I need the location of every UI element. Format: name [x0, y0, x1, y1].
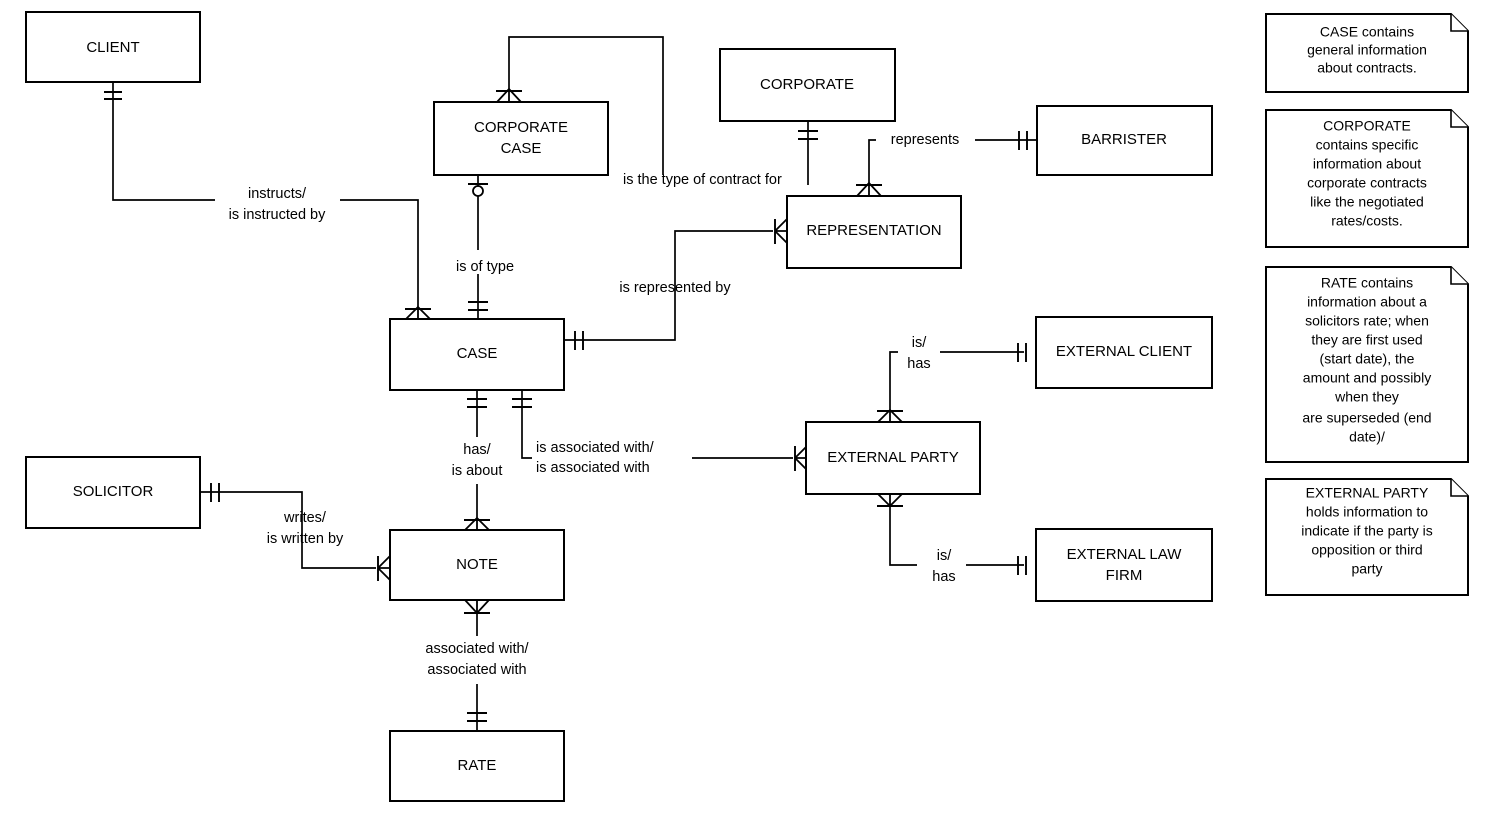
entity-external-law-firm[interactable]: EXTERNAL LAW FIRM — [1035, 528, 1213, 602]
note-corporate-line-2: information about — [1313, 156, 1421, 172]
rel-corporate-corpcase-line1: is the type of contract for — [623, 172, 782, 188]
rel-case-extparty-line1: is associated with/ — [536, 440, 655, 456]
note-rate-line-3: they are first used — [1311, 332, 1422, 348]
note-rate-line-4: (start date), the — [1320, 351, 1415, 367]
entity-case[interactable]: CASE — [389, 318, 565, 391]
note-rate-line-2: solicitors rate; when — [1305, 313, 1429, 329]
entity-label-barrister: BARRISTER — [1081, 131, 1167, 148]
er-diagram-svg: CLIENT CORPORATE CASE CORPORATE BARRISTE… — [25, 11, 1469, 802]
rel-extparty-extfirm-line1: is/ — [937, 548, 952, 564]
note-rate-line-7: are superseded (end — [1302, 410, 1431, 426]
relationship-label-corporate-corporatecase: is the type of contract for — [623, 172, 782, 188]
connection-case-note — [464, 390, 490, 531]
entity-solicitor[interactable]: SOLICITOR — [25, 456, 201, 529]
relationship-label-case-note: has/ is about — [452, 442, 503, 479]
note-corporate-line-3: corporate contracts — [1307, 175, 1427, 191]
rel-barrister-repr-line1: represents — [891, 132, 960, 148]
entity-label-corporate-case-line1: CORPORATE — [474, 119, 568, 136]
entity-label-client: CLIENT — [86, 39, 139, 56]
note-corporate-line-4: like the negotiated — [1310, 194, 1424, 210]
note-rate-line-6: when they — [1334, 389, 1399, 405]
rel-case-note-line1: has/ — [463, 442, 491, 458]
note-case-line-0: CASE contains — [1320, 24, 1414, 40]
rel-note-rate-line2: associated with — [427, 662, 526, 678]
rel-extparty-extclient-line1: is/ — [912, 335, 927, 351]
rel-corpcase-case-line1: is of type — [456, 259, 514, 275]
note-rate-line-8: date)/ — [1349, 429, 1385, 445]
connection-corporatecase-case — [468, 175, 488, 319]
note-rate-description[interactable]: RATE contains information about a solici… — [1265, 266, 1469, 463]
note-case-line-2: about contracts. — [1317, 60, 1417, 76]
rel-solicitor-note-line1: writes/ — [283, 510, 327, 526]
rel-case-extparty-line2: is associated with — [536, 460, 650, 476]
relationship-label-case-representation: is represented by — [619, 280, 731, 296]
rel-solicitor-note-line2: is written by — [267, 531, 344, 547]
rel-client-case-line1: instructs/ — [248, 186, 307, 202]
entity-label-rate: RATE — [458, 757, 497, 774]
rel-client-case-line2: is instructed by — [229, 207, 326, 223]
note-corporate-description[interactable]: CORPORATE contains specific information … — [1265, 109, 1469, 248]
entity-note[interactable]: NOTE — [389, 529, 565, 601]
entity-label-external-party: EXTERNAL PARTY — [827, 449, 958, 466]
note-rate-line-0: RATE contains — [1321, 275, 1413, 291]
entity-external-party[interactable]: EXTERNAL PARTY — [805, 421, 981, 495]
rel-note-rate-line1: associated with/ — [425, 641, 529, 657]
entity-corporate-case[interactable]: CORPORATE CASE — [433, 101, 609, 176]
entity-label-external-law-firm-line2: FIRM — [1106, 567, 1143, 584]
rel-extparty-extclient-line2: has — [907, 356, 930, 372]
entity-label-external-client: EXTERNAL CLIENT — [1056, 343, 1192, 360]
relationship-label-externalparty-externallawfirm: is/ has — [932, 548, 955, 585]
note-case-line-1: general information — [1307, 42, 1427, 58]
relationship-label-externalparty-externalclient: is/ has — [907, 335, 930, 372]
note-extparty-line-2: indicate if the party is — [1301, 523, 1433, 539]
entity-label-note: NOTE — [456, 556, 498, 573]
note-external-party-description[interactable]: EXTERNAL PARTY holds information to indi… — [1265, 478, 1469, 596]
relationship-label-barrister-representation: represents — [891, 132, 960, 148]
entity-client[interactable]: CLIENT — [25, 11, 201, 83]
connection-externalparty-externallawfirm — [877, 493, 1027, 575]
rel-extparty-extfirm-line2: has — [932, 569, 955, 585]
note-corporate-line-5: rates/costs. — [1331, 213, 1403, 229]
entity-corporate[interactable]: CORPORATE — [719, 48, 896, 122]
note-extparty-line-4: party — [1351, 561, 1382, 577]
entity-representation[interactable]: REPRESENTATION — [786, 195, 962, 269]
note-corporate-line-0: CORPORATE — [1323, 118, 1411, 134]
entity-label-corporate-case-line2: CASE — [501, 140, 542, 157]
relationship-label-note-rate: associated with/ associated with — [425, 641, 529, 678]
relationship-label-client-case: instructs/ is instructed by — [229, 186, 326, 223]
entity-label-external-law-firm-line1: EXTERNAL LAW — [1067, 546, 1183, 563]
rel-case-note-line2: is about — [452, 463, 503, 479]
note-rate-line-1: information about a — [1307, 294, 1427, 310]
entity-label-representation: REPRESENTATION — [806, 222, 941, 239]
entity-external-client[interactable]: EXTERNAL CLIENT — [1035, 316, 1213, 389]
relationship-label-corporatecase-case: is of type — [456, 259, 514, 275]
rel-case-repr-line1: is represented by — [619, 280, 731, 296]
note-extparty-line-3: opposition or third — [1311, 542, 1422, 558]
note-extparty-line-1: holds information to — [1306, 504, 1428, 520]
relationship-label-case-externalparty: is associated with/ is associated with — [536, 440, 655, 476]
relationship-label-solicitor-note: writes/ is written by — [267, 510, 344, 547]
entity-barrister[interactable]: BARRISTER — [1036, 105, 1213, 176]
note-case-description[interactable]: CASE contains general information about … — [1265, 13, 1469, 93]
er-diagram-canvas: CLIENT CORPORATE CASE CORPORATE BARRISTE… — [0, 0, 1504, 831]
note-rate-line-5: amount and possibly — [1303, 370, 1431, 386]
note-extparty-line-0: EXTERNAL PARTY — [1306, 485, 1429, 501]
entity-rate[interactable]: RATE — [389, 730, 565, 802]
note-corporate-line-1: contains specific — [1316, 137, 1419, 153]
entity-label-corporate: CORPORATE — [760, 76, 854, 93]
entity-label-case: CASE — [457, 345, 498, 362]
entity-label-solicitor: SOLICITOR — [73, 483, 154, 500]
connection-externalparty-externalclient — [877, 343, 1027, 423]
